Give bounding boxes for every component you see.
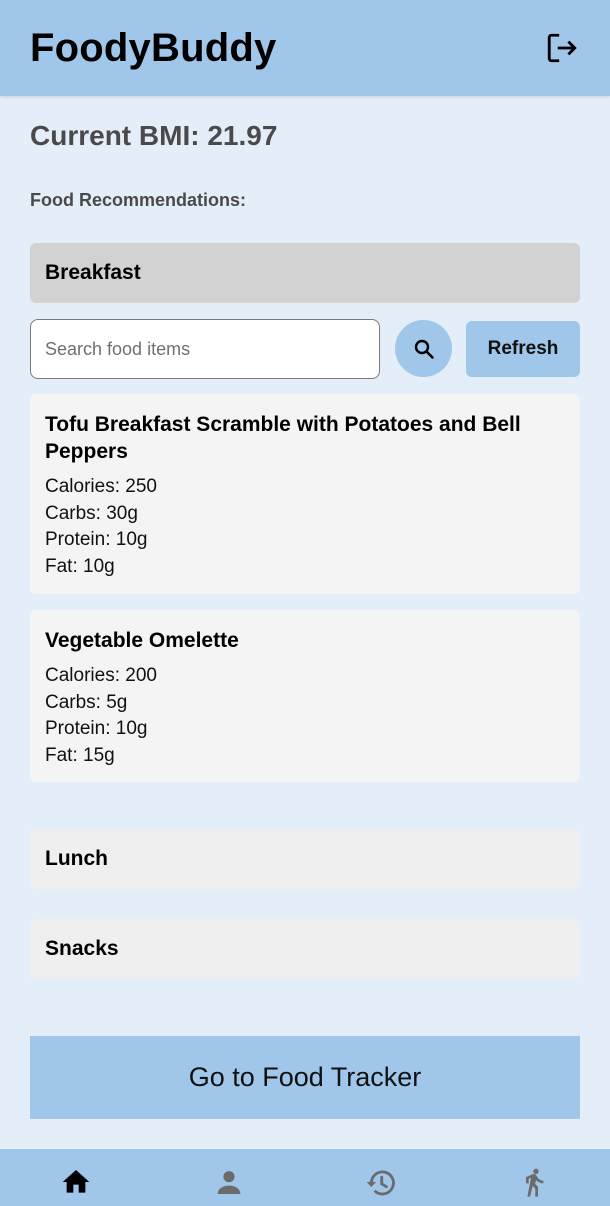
nav-history[interactable] [308, 1166, 454, 1200]
food-fat: Fat: 10g [45, 555, 115, 577]
section-breakfast[interactable]: Breakfast [30, 243, 580, 303]
search-input[interactable] [30, 319, 380, 379]
food-card[interactable]: Vegetable Omelette Calories: 200 Carbs: … [30, 610, 580, 782]
food-card[interactable]: Tofu Breakfast Scramble with Potatoes an… [30, 394, 580, 594]
current-bmi: Current BMI: 21.97 [30, 120, 278, 151]
section-snacks[interactable]: Snacks [30, 919, 580, 979]
food-calories: Calories: 250 [45, 476, 157, 497]
app-header: FoodyBuddy [0, 0, 610, 96]
food-carbs: Carbs: 30g [45, 502, 138, 524]
refresh-button[interactable]: Refresh [466, 321, 580, 377]
app-title: FoodyBuddy [30, 25, 277, 70]
nav-activity[interactable] [461, 1166, 607, 1198]
food-name: Tofu Breakfast Scramble with Potatoes an… [45, 413, 521, 463]
history-icon [366, 1170, 396, 1196]
search-button[interactable] [395, 320, 452, 377]
food-protein: Protein: 10g [45, 718, 148, 739]
section-lunch[interactable]: Lunch [30, 829, 580, 889]
recommendations-label: Food Recommendations: [30, 190, 247, 210]
food-name: Vegetable Omelette [45, 629, 239, 652]
bottom-nav [0, 1149, 610, 1206]
go-to-food-tracker-button[interactable]: Go to Food Tracker [30, 1036, 580, 1119]
food-carbs: Carbs: 5g [45, 691, 128, 713]
person-icon [217, 1171, 241, 1194]
app-root: FoodyBuddy Current BMI: 21.97 Food Recom… [0, 0, 610, 1206]
logout-button[interactable] [544, 30, 580, 66]
food-fat: Fat: 15g [45, 744, 115, 766]
walk-icon [525, 1168, 544, 1197]
food-protein: Protein: 10g [45, 529, 148, 550]
logout-icon [547, 33, 577, 63]
nav-home[interactable] [3, 1166, 149, 1198]
search-icon [414, 339, 434, 359]
nav-profile[interactable] [156, 1166, 302, 1198]
home-icon [62, 1170, 90, 1193]
food-calories: Calories: 200 [45, 665, 157, 686]
